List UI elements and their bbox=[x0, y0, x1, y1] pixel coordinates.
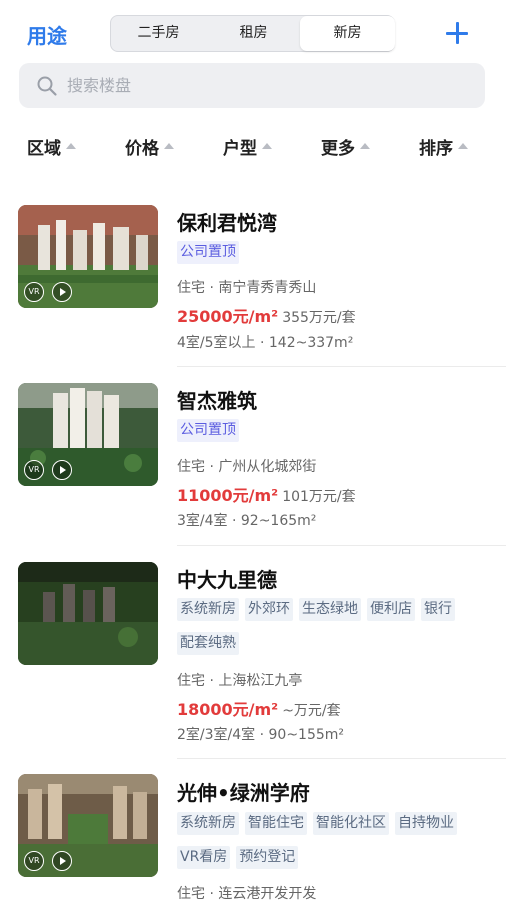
feature-tag: VR看房 bbox=[177, 846, 231, 869]
feature-tag: 银行 bbox=[421, 598, 455, 621]
unit-price: 18000元/m² bbox=[177, 700, 279, 719]
filter-price-label: 价格 bbox=[125, 139, 159, 159]
search-icon bbox=[37, 76, 57, 96]
filter-more[interactable]: 更多 bbox=[321, 134, 370, 159]
segment-new-homes[interactable]: 新房 bbox=[300, 16, 395, 51]
feature-tag: 系统新房 bbox=[177, 812, 239, 835]
vr-icon[interactable]: VR bbox=[24, 851, 44, 871]
filter-bar: 区域 价格 户型 更多 排序 bbox=[0, 124, 506, 168]
listing-spec: 3室/4室 · 92~165m² bbox=[177, 513, 317, 529]
listing-title[interactable]: 中大九里德 bbox=[177, 564, 277, 593]
listing-item[interactable]: VR 光伸•绿洲学府 系统新房 智能住宅 智能化社区 自持物业 VR看房 预约登记 住宅 … bbox=[0, 772, 506, 900]
vr-icon[interactable]: VR bbox=[24, 460, 44, 480]
listing-title[interactable]: 光伸•绿洲学府 bbox=[177, 777, 310, 806]
total-price: 355万元/套 bbox=[282, 310, 356, 326]
feature-tag: 配套纯熟 bbox=[177, 632, 239, 655]
listing-tags: 系统新房 外郊环 生态绿地 便利店 银行配套纯熟 bbox=[177, 598, 477, 666]
listing-title[interactable]: 保利君悦湾 bbox=[177, 207, 277, 236]
purpose-button[interactable]: 用途 bbox=[27, 20, 67, 49]
filter-area-label: 区域 bbox=[27, 139, 61, 159]
listing-type-segmented-control: 二手房 租房 新房 bbox=[110, 15, 395, 52]
listing-thumbnail[interactable]: VR bbox=[18, 774, 158, 877]
listing-title[interactable]: 智杰雅筑 bbox=[177, 385, 257, 414]
total-price: ~万元/套 bbox=[282, 703, 341, 719]
divider bbox=[177, 545, 506, 546]
play-icon[interactable] bbox=[52, 282, 72, 302]
listing-thumbnail[interactable]: VR bbox=[18, 205, 158, 308]
listing-tags: 系统新房 智能住宅 智能化社区 自持物业 VR看房 预约登记 bbox=[177, 812, 477, 880]
total-price: 101万元/套 bbox=[282, 489, 356, 505]
filter-sort-label: 排序 bbox=[419, 139, 453, 159]
listing-location: 住宅 · 广州从化城郊街 bbox=[177, 459, 317, 475]
listing-location: 住宅 · 连云港开发开发 bbox=[177, 886, 317, 900]
play-icon[interactable] bbox=[52, 851, 72, 871]
feature-tag: 便利店 bbox=[367, 598, 415, 621]
caret-up-icon bbox=[262, 143, 272, 149]
feature-tag: 自持物业 bbox=[395, 812, 457, 835]
caret-up-icon bbox=[458, 143, 468, 149]
listing-spec: 2室/3室/4室 · 90~155m² bbox=[177, 727, 345, 743]
feature-tag: 智能化社区 bbox=[313, 812, 389, 835]
divider bbox=[177, 758, 506, 759]
listing-location: 住宅 · 上海松江九亭 bbox=[177, 673, 303, 689]
filter-more-label: 更多 bbox=[321, 139, 355, 159]
feature-tag: 外郊环 bbox=[245, 598, 293, 621]
listing-location: 住宅 · 南宁青秀青秀山 bbox=[177, 280, 317, 296]
listing-price: 25000元/m² 355万元/套 bbox=[177, 303, 356, 327]
search-input[interactable]: 搜索楼盘 bbox=[67, 63, 131, 108]
feature-tag: 智能住宅 bbox=[245, 812, 307, 835]
listing-item[interactable]: VR 保利君悦湾 公司置顶 住宅 · 南宁青秀青秀山 25000元/m² 355万… bbox=[0, 200, 506, 370]
filter-area[interactable]: 区域 bbox=[27, 134, 76, 159]
search-bar[interactable]: 搜索楼盘 bbox=[19, 63, 485, 108]
caret-up-icon bbox=[66, 143, 76, 149]
filter-sort[interactable]: 排序 bbox=[419, 134, 468, 159]
play-icon[interactable] bbox=[52, 460, 72, 480]
add-icon[interactable] bbox=[444, 20, 470, 46]
unit-price: 25000元/m² bbox=[177, 307, 279, 326]
divider bbox=[177, 366, 506, 367]
tag-promoted: 公司置顶 bbox=[177, 241, 239, 264]
filter-price[interactable]: 价格 bbox=[125, 134, 174, 159]
feature-tag: 预约登记 bbox=[236, 846, 299, 869]
feature-tag: 生态绿地 bbox=[299, 598, 361, 621]
listing-tags: 公司置顶 bbox=[177, 419, 477, 453]
segment-second-hand[interactable]: 二手房 bbox=[111, 16, 206, 51]
listing-price: 11000元/m² 101万元/套 bbox=[177, 482, 356, 506]
listing-thumbnail[interactable]: VR bbox=[18, 383, 158, 486]
listing-thumbnail[interactable] bbox=[18, 562, 158, 665]
listing-item[interactable]: 中大九里德 系统新房 外郊环 生态绿地 便利店 银行配套纯熟 住宅 · 上海松江九亭 1… bbox=[0, 557, 506, 759]
feature-tag: 系统新房 bbox=[177, 598, 239, 621]
caret-up-icon bbox=[164, 143, 174, 149]
caret-up-icon bbox=[360, 143, 370, 149]
listing-price: 18000元/m² ~万元/套 bbox=[177, 696, 341, 720]
listing-item[interactable]: VR 智杰雅筑 公司置顶 住宅 · 广州从化城郊街 11000元/m² 101万元… bbox=[0, 378, 506, 548]
top-bar: 用途 二手房 租房 新房 bbox=[0, 0, 506, 62]
filter-layout-label: 户型 bbox=[223, 139, 257, 159]
listing-tags: 公司置顶 bbox=[177, 241, 477, 275]
property-model-image bbox=[18, 562, 158, 665]
segment-rental[interactable]: 租房 bbox=[206, 16, 301, 51]
vr-icon[interactable]: VR bbox=[24, 282, 44, 302]
unit-price: 11000元/m² bbox=[177, 486, 279, 505]
listing-spec: 4室/5室以上 · 142~337m² bbox=[177, 335, 354, 351]
tag-promoted: 公司置顶 bbox=[177, 419, 239, 442]
filter-layout[interactable]: 户型 bbox=[223, 134, 272, 159]
